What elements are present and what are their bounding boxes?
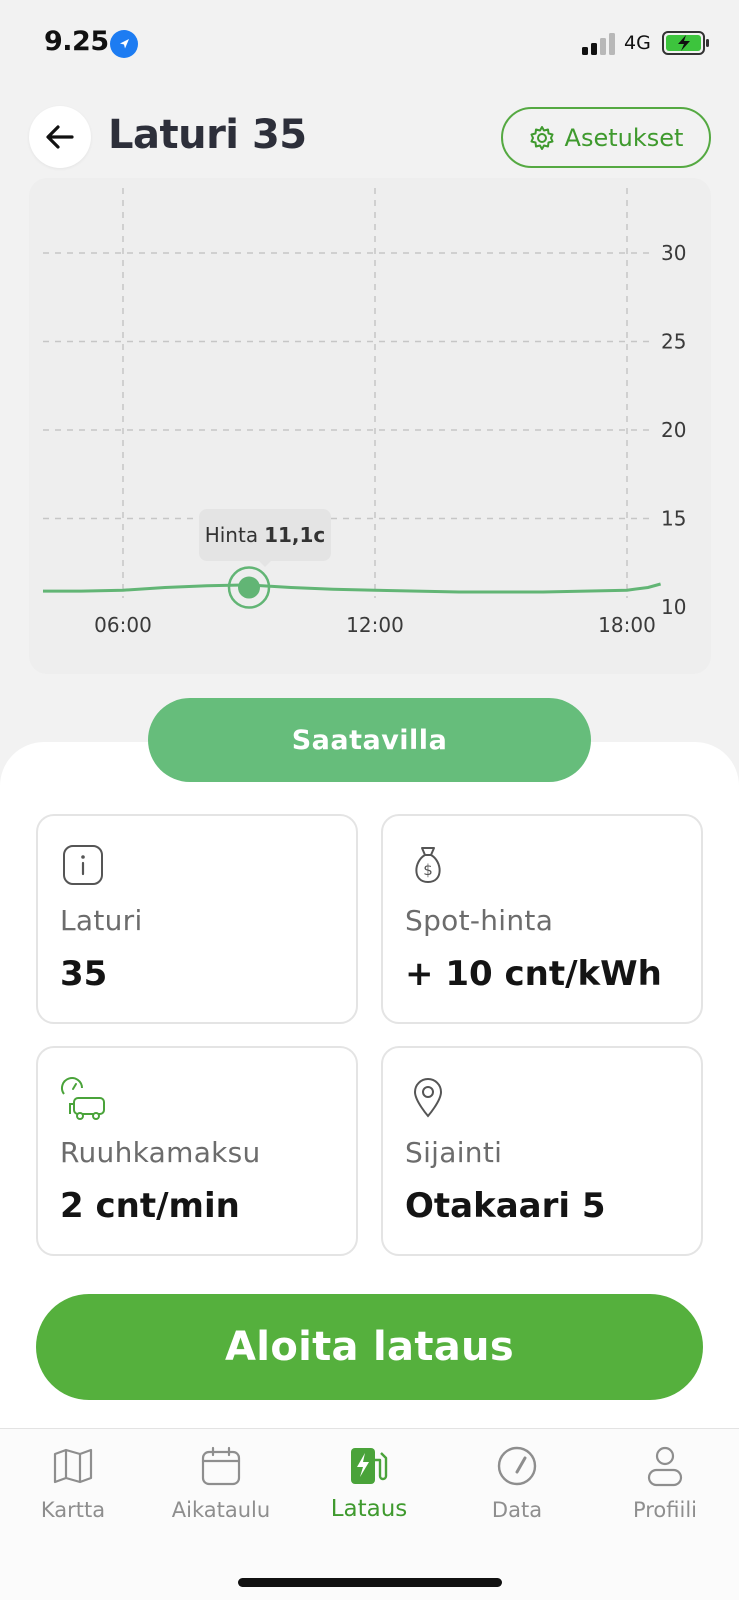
- y-tick-label: 15: [661, 507, 686, 531]
- y-tick-label: 25: [661, 330, 686, 354]
- price-line: [43, 582, 662, 594]
- tab-label: Lataus: [330, 1496, 408, 1522]
- start-charging-button[interactable]: Aloita lataus: [36, 1294, 703, 1400]
- home-indicator: [238, 1578, 502, 1587]
- tab-label: Profiili: [632, 1498, 698, 1522]
- speedometer-icon: [497, 1446, 537, 1486]
- info-card-charger: Laturi 35: [36, 814, 358, 1024]
- availability-badge: Saatavilla: [148, 698, 591, 782]
- tooltip-value: 11,1c: [264, 523, 326, 547]
- calendar-icon: [201, 1446, 241, 1486]
- card-label: Sijainti: [405, 1136, 503, 1169]
- tab-data[interactable]: Data: [447, 1444, 587, 1522]
- price-tooltip: Hinta 11,1c: [199, 509, 331, 561]
- arrow-left-icon: [46, 125, 74, 149]
- x-tick-label: 18:00: [598, 613, 656, 637]
- tab-aikataulu[interactable]: Aikataulu: [151, 1444, 291, 1522]
- svg-text:$: $: [423, 861, 433, 879]
- x-tick-label: 06:00: [94, 613, 152, 637]
- card-label: Spot-hinta: [405, 904, 554, 937]
- tab-profiili[interactable]: Profiili: [595, 1444, 735, 1522]
- gear-icon: [530, 125, 554, 150]
- price-chart[interactable]: 10 15 20 25 30 06:00 12:00 18:00: [29, 178, 711, 674]
- info-card-location: Sijainti Otakaari 5: [381, 1046, 703, 1256]
- tab-lataus[interactable]: Lataus: [299, 1444, 439, 1522]
- tab-label: Kartta: [40, 1498, 106, 1522]
- settings-label: Asetukset: [564, 123, 684, 152]
- x-tick-label: 12:00: [346, 613, 404, 637]
- y-tick-label: 10: [661, 595, 686, 619]
- card-value: 2 cnt/min: [60, 1186, 240, 1226]
- back-button[interactable]: [29, 106, 91, 168]
- card-value: Otakaari 5: [405, 1186, 606, 1226]
- y-tick-label: 30: [661, 241, 686, 265]
- info-card-congestion: Ruuhkamaksu 2 cnt/min: [36, 1046, 358, 1256]
- info-icon: [63, 845, 103, 885]
- map-icon: [53, 1448, 93, 1484]
- network-type: 4G: [624, 32, 651, 54]
- charging-station-icon: [351, 1448, 388, 1484]
- highlight-marker[interactable]: [238, 576, 260, 599]
- location-pin-icon: [413, 1078, 443, 1118]
- congestion-fee-icon: [61, 1077, 105, 1120]
- card-value: + 10 cnt/kWh: [405, 954, 662, 994]
- card-value: 35: [60, 954, 108, 994]
- settings-button[interactable]: Asetukset: [501, 107, 711, 168]
- tab-label: Data: [491, 1498, 543, 1522]
- status-time: 9.25: [44, 26, 109, 57]
- profile-icon: [647, 1446, 683, 1487]
- signal-strength-icon: [582, 33, 615, 55]
- money-bag-icon: $: [415, 847, 441, 884]
- page-title: Laturi 35: [108, 112, 307, 158]
- card-label: Laturi: [60, 904, 143, 937]
- y-tick-label: 20: [661, 418, 686, 442]
- tooltip-arrow: [257, 559, 273, 567]
- tab-label: Aikataulu: [171, 1498, 271, 1522]
- card-label: Ruuhkamaksu: [60, 1136, 261, 1169]
- battery-charging-icon: [662, 31, 709, 55]
- tab-kartta[interactable]: Kartta: [3, 1444, 143, 1522]
- location-arrow-icon: [110, 30, 138, 58]
- tooltip-label: Hinta: [204, 523, 259, 547]
- info-card-spot-price: $ Spot-hinta + 10 cnt/kWh: [381, 814, 703, 1024]
